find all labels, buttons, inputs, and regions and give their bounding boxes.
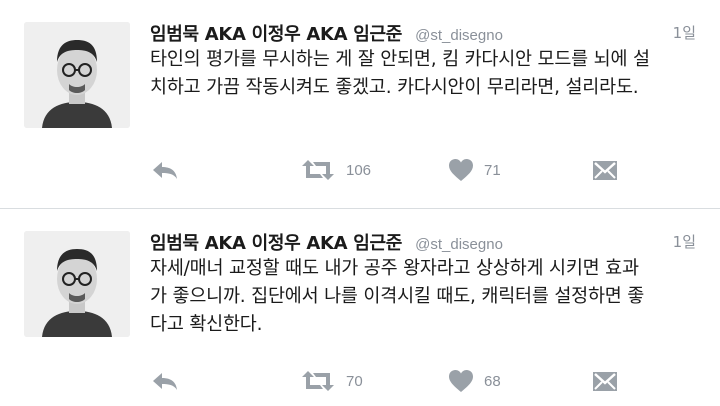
tweet-1[interactable]: 임범묵 AKA 이정우 AKA 임근준 @st_disegno 1일 타인의 평… — [0, 0, 720, 209]
reply-button[interactable] — [150, 155, 180, 185]
profile-avatar[interactable] — [24, 22, 130, 128]
tweet-text-line: 치하고 가끔 작동시켜도 좋겠고. 카다시안이 무리라면, 설리라도. — [150, 77, 639, 98]
user-handle[interactable]: @st_disegno — [415, 236, 503, 253]
like-button[interactable]: 71 — [448, 155, 501, 185]
tweet-timestamp[interactable]: 1일 — [673, 231, 696, 252]
direct-message-icon — [593, 161, 617, 180]
direct-message-button[interactable] — [592, 155, 618, 185]
tweet-timestamp[interactable]: 1일 — [673, 22, 696, 43]
direct-message-icon — [593, 372, 617, 391]
profile-avatar[interactable] — [24, 231, 130, 337]
reply-button[interactable] — [150, 366, 180, 396]
retweet-count: 70 — [346, 372, 363, 390]
display-name[interactable]: 임범묵 AKA 이정우 AKA 임근준 — [150, 233, 402, 254]
direct-message-button[interactable] — [592, 366, 618, 396]
tweet-header: 임범묵 AKA 이정우 AKA 임근준 @st_disegno 1일 — [150, 229, 696, 255]
user-handle[interactable]: @st_disegno — [415, 27, 503, 44]
profile-photo — [24, 22, 130, 128]
tweet-text-line: 타인의 평가를 무시하는 게 잘 안되면, 킴 카다시안 모드를 뇌에 설 — [150, 49, 650, 70]
reply-icon — [153, 373, 177, 390]
display-name[interactable]: 임범묵 AKA 이정우 AKA 임근준 — [150, 24, 402, 45]
like-count: 71 — [484, 161, 501, 179]
retweet-button[interactable]: 106 — [300, 155, 371, 185]
tweet-text-line: 다고 확신한다. — [150, 314, 263, 335]
retweet-icon — [302, 371, 334, 391]
retweet-count: 106 — [346, 161, 372, 179]
tweet-text-line: 가 좋으니까. 집단에서 나를 이격시킬 때도, 캐릭터를 설정하면 좋 — [150, 286, 645, 307]
heart-icon — [449, 370, 473, 392]
tweet-actions: 70 68 — [150, 366, 696, 396]
retweet-icon — [302, 160, 334, 180]
profile-photo — [24, 231, 130, 337]
heart-icon — [449, 159, 473, 181]
tweet-text: 타인의 평가를 무시하는 게 잘 안되면, 킴 카다시안 모드를 뇌에 설 치하… — [150, 46, 692, 102]
tweet-2[interactable]: 임범묵 AKA 이정우 AKA 임근준 @st_disegno 1일 자세/매너… — [0, 209, 720, 406]
like-count: 68 — [484, 372, 501, 390]
tweet-text: 자세/매너 교정할 때도 내가 공주 왕자라고 상상하게 시키면 효과 가 좋으… — [150, 255, 692, 339]
tweet-text-line: 자세/매너 교정할 때도 내가 공주 왕자라고 상상하게 시키면 효과 — [150, 258, 639, 279]
reply-icon — [153, 162, 177, 179]
like-button[interactable]: 68 — [448, 366, 501, 396]
tweet-header: 임범묵 AKA 이정우 AKA 임근준 @st_disegno 1일 — [150, 20, 696, 46]
retweet-button[interactable]: 70 — [300, 366, 363, 396]
tweet-actions: 106 71 — [150, 155, 696, 185]
